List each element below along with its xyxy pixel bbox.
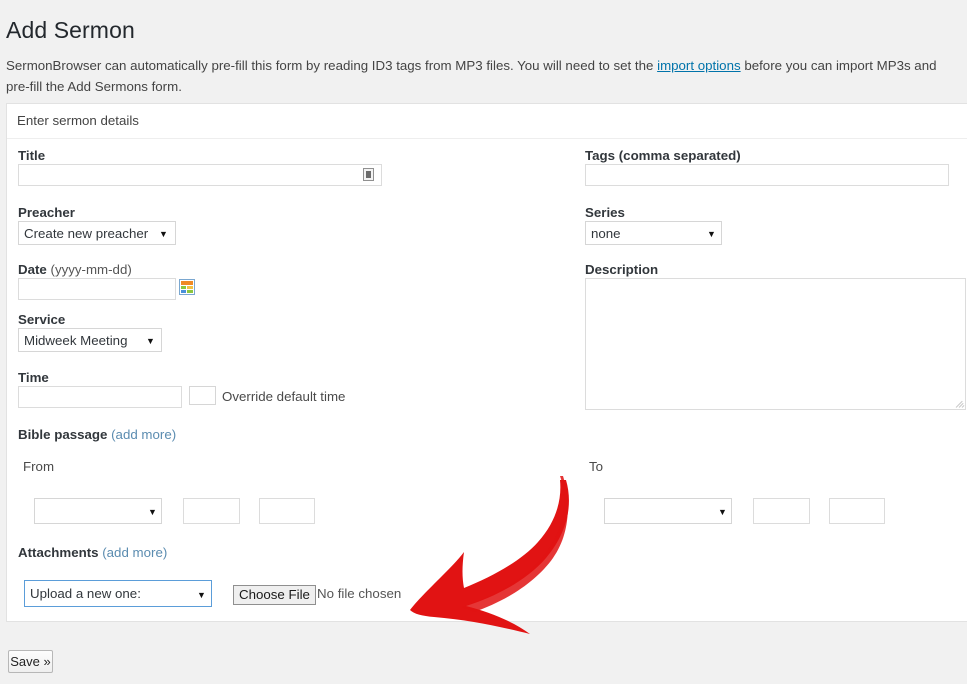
upload-select[interactable]: Upload a new one: — [24, 580, 212, 607]
calendar-icon[interactable] — [179, 279, 195, 295]
bible-passage-text: Bible passage — [18, 427, 112, 442]
date-label-bold: Date — [18, 262, 51, 277]
id3-tag-icon[interactable] — [363, 168, 374, 181]
date-input[interactable] — [18, 278, 176, 300]
override-default-time-label: Override default time — [222, 389, 346, 404]
title-label: Title — [18, 148, 46, 163]
date-label: Date (yyyy-mm-dd) — [18, 262, 132, 277]
from-verse-input[interactable] — [259, 498, 315, 524]
to-verse-input[interactable] — [829, 498, 885, 524]
from-label: From — [23, 459, 55, 474]
sermon-details-panel: Enter sermon details Title Preacher Crea… — [6, 103, 967, 622]
attachments-add-more-link[interactable]: (add more) — [102, 545, 167, 560]
to-label: To — [589, 459, 604, 474]
page-title: Add Sermon — [6, 17, 135, 44]
intro-text-part1: SermonBrowser can automatically pre-fill… — [6, 58, 658, 74]
page-root: Add Sermon SermonBrowser can automatical… — [0, 0, 967, 684]
panel-header-title: Enter sermon details — [17, 113, 139, 128]
series-select[interactable]: none — [585, 221, 722, 245]
choose-file-button[interactable]: Choose File — [233, 585, 316, 605]
description-textarea[interactable] — [585, 278, 966, 410]
preacher-label: Preacher — [18, 205, 75, 220]
bible-passage-label: Bible passage (add more) — [18, 427, 176, 442]
bible-passage-add-more-link[interactable]: (add more) — [111, 427, 176, 442]
time-input[interactable] — [18, 386, 182, 408]
date-label-format: (yyyy-mm-dd) — [50, 262, 132, 277]
from-chapter-input[interactable] — [183, 498, 240, 524]
tags-input[interactable] — [585, 164, 949, 186]
preacher-select[interactable]: Create new preacher — [18, 221, 176, 245]
service-select[interactable]: Midweek Meeting — [18, 328, 162, 352]
no-file-chosen-text: No file chosen — [317, 586, 402, 601]
import-options-link[interactable]: import options — [657, 58, 741, 73]
save-button[interactable]: Save » — [8, 650, 53, 673]
time-label: Time — [18, 370, 49, 385]
attachments-label: Attachments (add more) — [18, 545, 167, 560]
to-chapter-input[interactable] — [753, 498, 810, 524]
from-book-select[interactable] — [34, 498, 162, 524]
description-label: Description — [585, 262, 659, 277]
to-book-select[interactable] — [604, 498, 732, 524]
title-input[interactable] — [18, 164, 382, 186]
tags-label: Tags (comma separated) — [585, 148, 741, 163]
service-label: Service — [18, 312, 66, 327]
attachments-text: Attachments — [18, 545, 103, 560]
panel-header: Enter sermon details — [7, 104, 967, 139]
series-label: Series — [585, 205, 625, 220]
intro-text: SermonBrowser can automatically pre-fill… — [6, 55, 956, 97]
override-default-time-checkbox[interactable] — [189, 386, 216, 405]
